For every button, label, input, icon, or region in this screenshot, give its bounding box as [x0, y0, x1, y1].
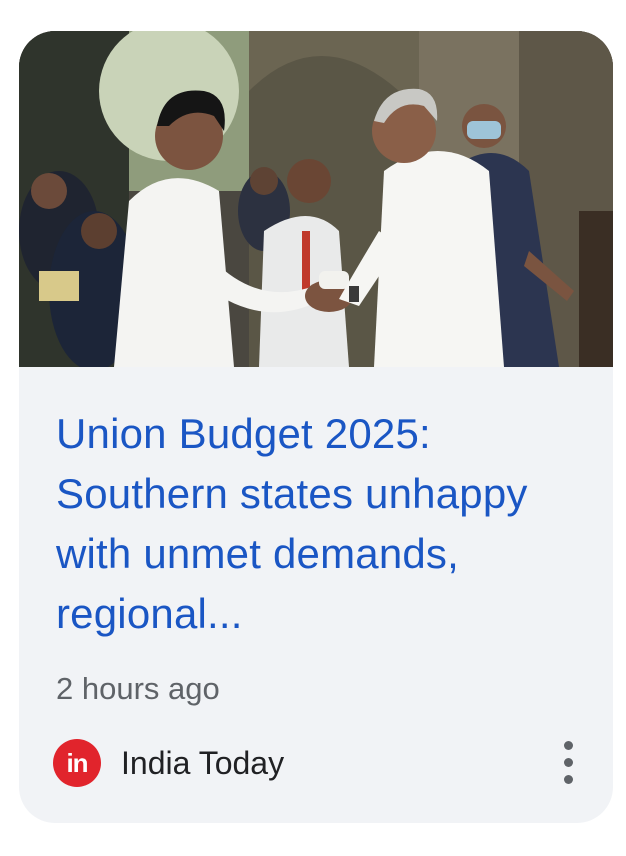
headline-link[interactable]: Union Budget 2025: Southern states unhap…	[56, 404, 596, 644]
news-card[interactable]: Union Budget 2025: Southern states unhap…	[19, 31, 613, 823]
published-time: 2 hours ago	[56, 671, 220, 706]
source-row: in India Today	[53, 733, 583, 793]
more-vert-icon	[564, 741, 573, 750]
more-vert-icon-dot-3	[564, 775, 573, 784]
more-options-button[interactable]	[553, 735, 583, 791]
source-name[interactable]: India Today	[121, 743, 284, 783]
news-image[interactable]	[19, 31, 613, 367]
source-logo-icon: in	[53, 739, 101, 787]
news-photo-illustration	[19, 31, 613, 367]
more-vert-icon-dot-2	[564, 758, 573, 767]
